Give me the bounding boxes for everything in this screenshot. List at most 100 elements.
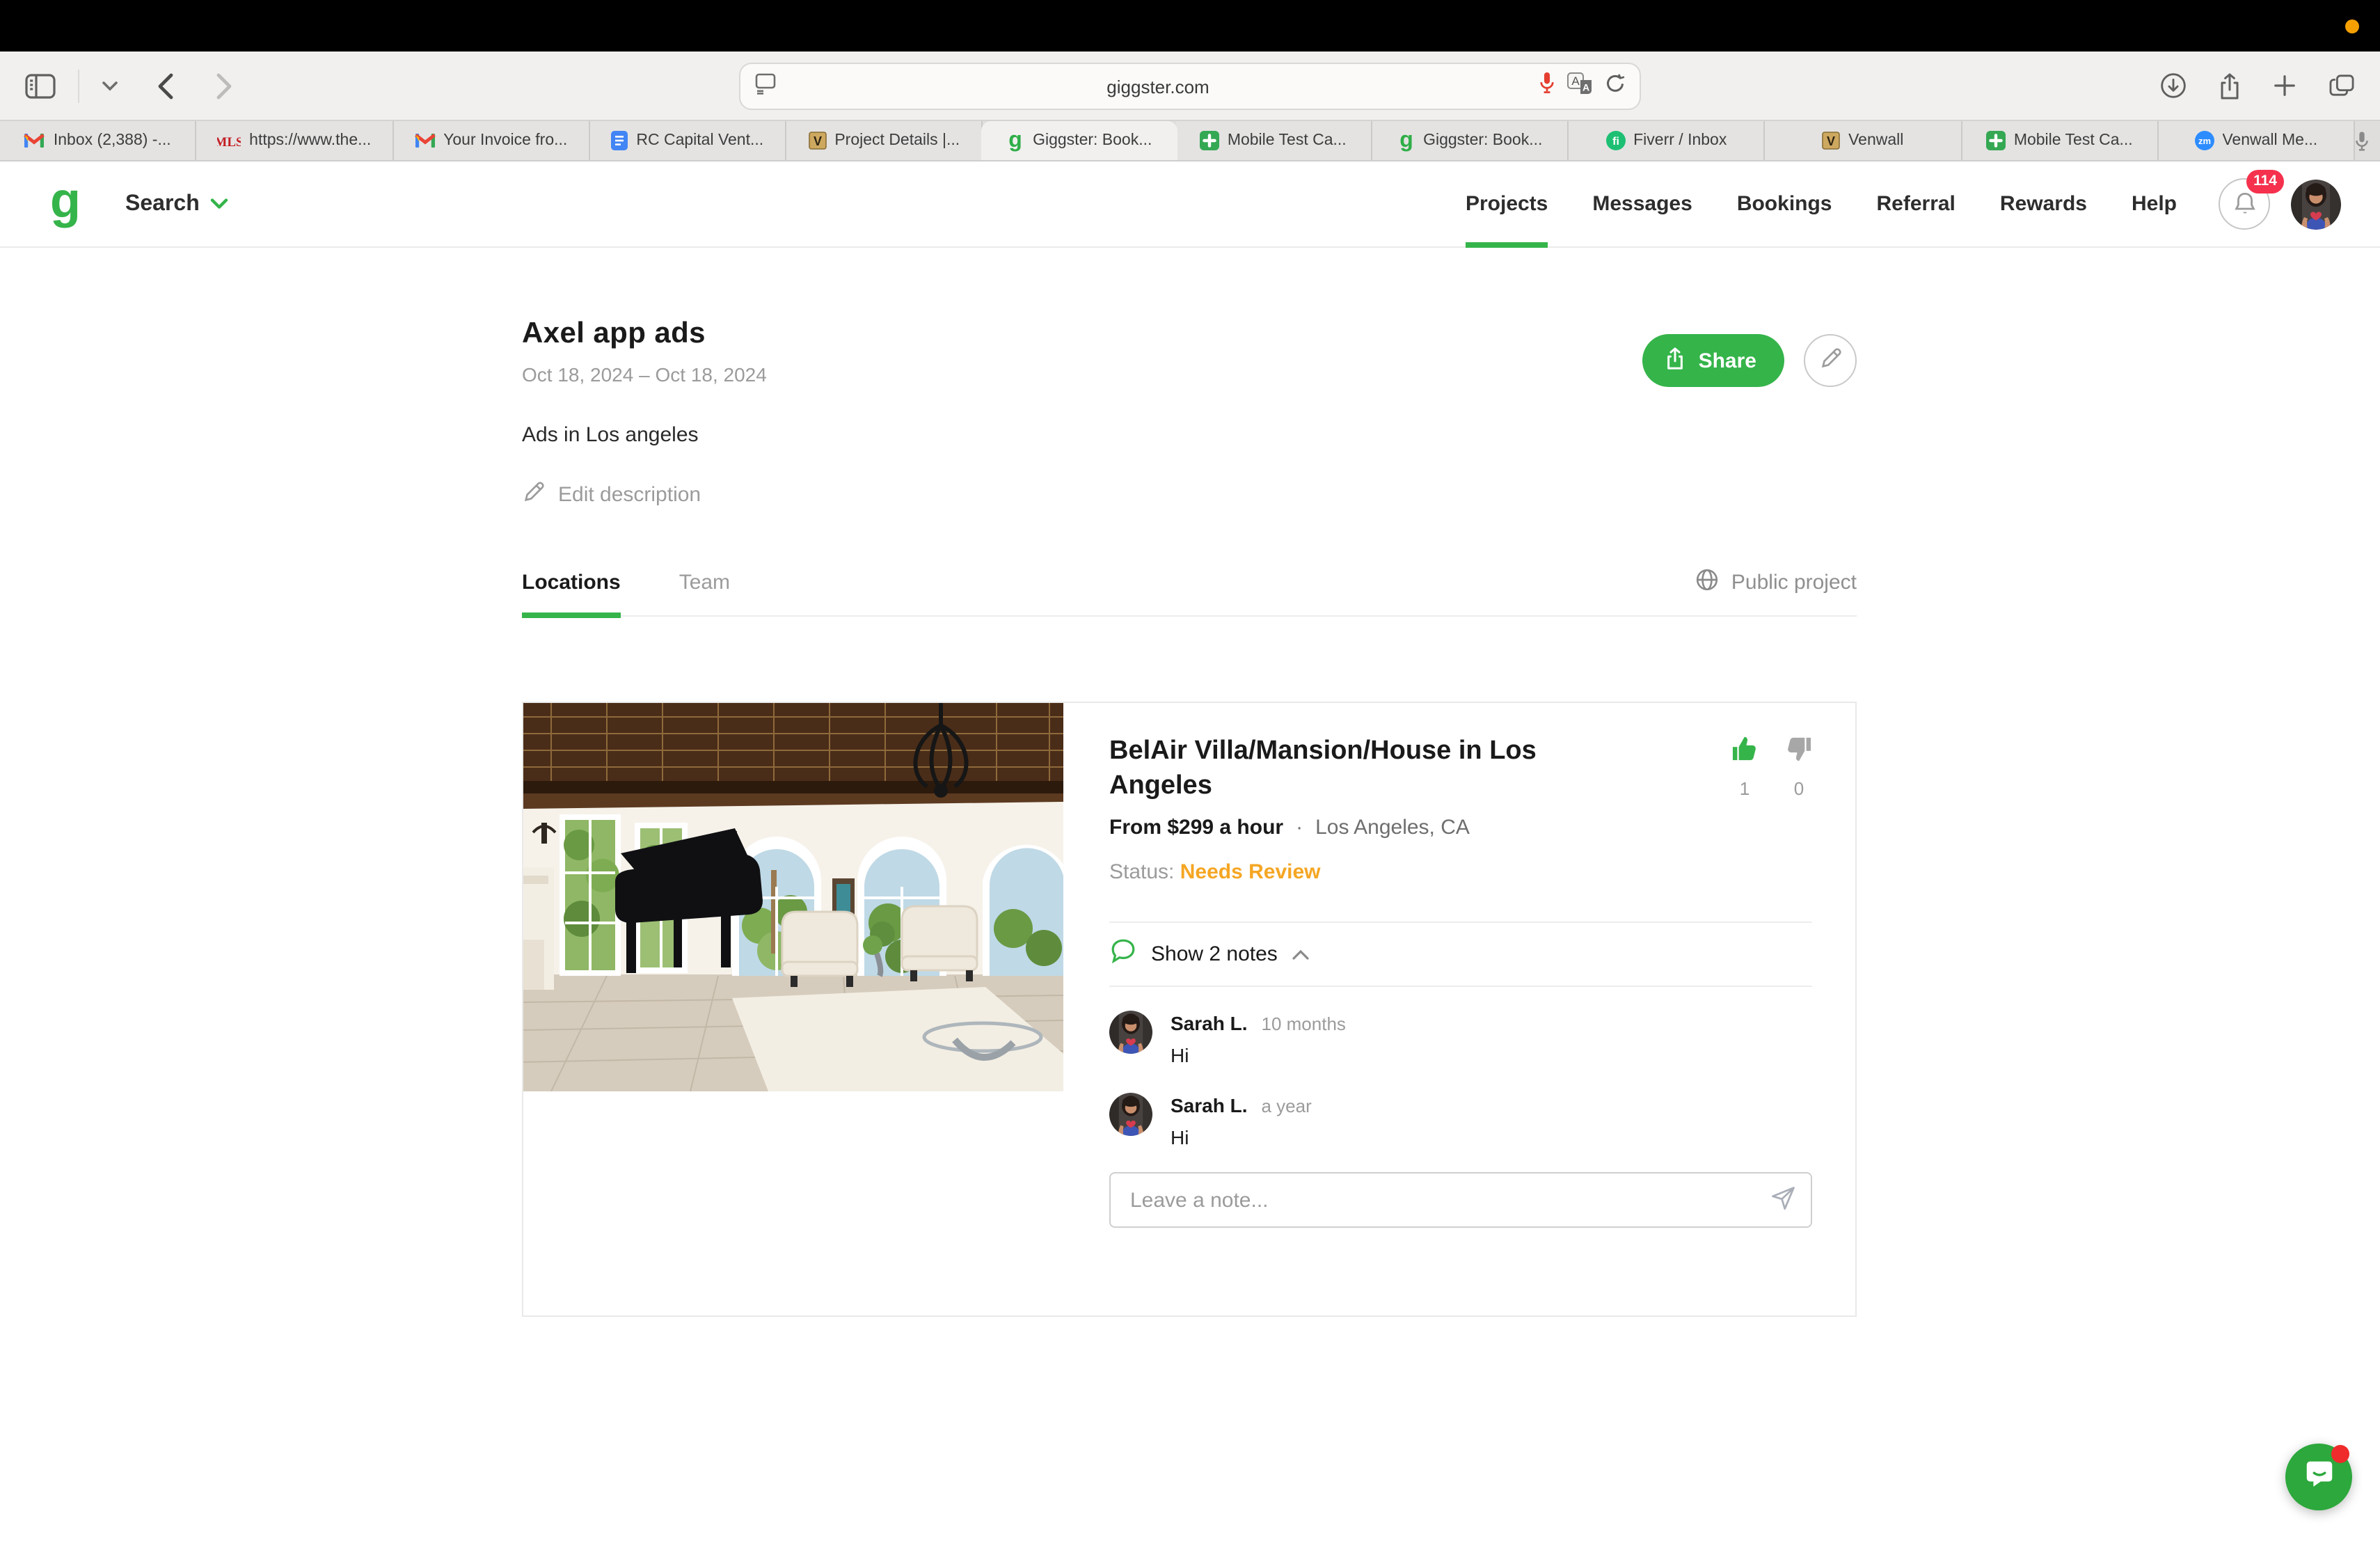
notifications-button[interactable]: 114 bbox=[2219, 170, 2284, 230]
search-menu[interactable]: Search bbox=[125, 191, 229, 216]
tab-team[interactable]: Team bbox=[679, 571, 730, 615]
notification-count-badge: 114 bbox=[2246, 170, 2284, 193]
safari-window: giggster.com AA Inbox (2,388) -... L htt… bbox=[0, 0, 2380, 1541]
giggster-favicon: g bbox=[1006, 129, 1024, 152]
pencil-icon bbox=[1818, 347, 1842, 374]
nav-projects[interactable]: Projects bbox=[1465, 161, 1548, 248]
thumbs-up-button[interactable]: 1 bbox=[1731, 736, 1758, 799]
sidebar-chevron-down-icon[interactable] bbox=[99, 77, 121, 94]
chevron-down-icon bbox=[211, 191, 229, 216]
gmail-favicon bbox=[414, 132, 436, 149]
browser-tab[interactable]: MLShttps://www.the... bbox=[196, 121, 393, 160]
svg-text:A: A bbox=[1582, 81, 1589, 92]
chat-bubble-icon bbox=[2301, 1456, 2336, 1498]
fiverr-favicon: fi bbox=[1605, 131, 1626, 150]
share-icon[interactable] bbox=[2216, 69, 2244, 102]
price-location-row: From $299 a hour · Los Angeles, CA bbox=[1109, 816, 1812, 839]
giggster-logo[interactable]: g bbox=[50, 174, 81, 225]
reload-icon[interactable] bbox=[1605, 72, 1626, 101]
nav-referral[interactable]: Referral bbox=[1877, 161, 1955, 246]
thumbs-down-button[interactable]: 0 bbox=[1786, 736, 1812, 799]
tab-audio-mic-icon[interactable] bbox=[2355, 121, 2380, 160]
downloads-icon[interactable] bbox=[2157, 70, 2189, 102]
project-actions: Share bbox=[1642, 317, 1857, 509]
note-item: Sarah L. 10 months Hi bbox=[1109, 1011, 1812, 1066]
listing-price: From $299 a hour bbox=[1109, 816, 1284, 839]
svg-text:A: A bbox=[1571, 74, 1580, 87]
edit-description-label: Edit description bbox=[558, 483, 701, 507]
docs-favicon bbox=[611, 131, 628, 150]
status-row: Status: Needs Review bbox=[1109, 860, 1812, 884]
paper-plane-icon bbox=[1769, 1185, 1797, 1217]
browser-toolbar: giggster.com AA bbox=[0, 52, 2380, 120]
edit-description-button[interactable]: Edit description bbox=[522, 480, 767, 509]
thumbs-up-icon bbox=[1731, 736, 1758, 768]
browser-tab[interactable]: fi Fiverr / Inbox bbox=[1569, 121, 1766, 160]
browser-tab[interactable]: g Giggster: Book... bbox=[1372, 121, 1569, 160]
venwall-favicon: V bbox=[808, 131, 827, 150]
tab-locations[interactable]: Locations bbox=[522, 571, 621, 618]
note-time: a year bbox=[1261, 1096, 1312, 1116]
url-text[interactable]: giggster.com bbox=[777, 76, 1539, 97]
location-photo[interactable] bbox=[523, 703, 1063, 1091]
browser-tab[interactable]: zm Venwall Me... bbox=[2158, 121, 2355, 160]
note-time: 10 months bbox=[1261, 1013, 1346, 1034]
page-title: Axel app ads bbox=[522, 317, 706, 349]
nav-messages[interactable]: Messages bbox=[1592, 161, 1692, 246]
note-text: Hi bbox=[1171, 1126, 1189, 1148]
listing-location: Los Angeles, CA bbox=[1315, 816, 1470, 839]
browser-tab[interactable]: RC Capital Vent... bbox=[589, 121, 786, 160]
share-arrow-icon bbox=[1665, 346, 1686, 375]
browser-tab[interactable]: V Venwall bbox=[1765, 121, 1962, 160]
translate-icon[interactable]: AA bbox=[1567, 72, 1592, 101]
show-notes-label: Show 2 notes bbox=[1151, 942, 1278, 966]
forward-button[interactable] bbox=[213, 69, 235, 102]
dictation-mic-icon[interactable] bbox=[1539, 71, 1555, 102]
project-dates: Oct 18, 2024 – Oct 18, 2024 bbox=[522, 363, 767, 386]
nav-bookings[interactable]: Bookings bbox=[1737, 161, 1832, 246]
reader-icon[interactable] bbox=[754, 72, 777, 101]
toolbar-divider bbox=[78, 69, 79, 102]
note-text: Hi bbox=[1171, 1044, 1189, 1066]
show-notes-toggle[interactable]: Show 2 notes bbox=[1109, 923, 1812, 986]
nav-help[interactable]: Help bbox=[2132, 161, 2177, 246]
note-input[interactable] bbox=[1109, 1172, 1812, 1228]
share-button[interactable]: Share bbox=[1642, 334, 1784, 387]
main-nav: Projects Messages Bookings Referral Rewa… bbox=[1465, 161, 2177, 248]
location-details: BelAir Villa/Mansion/House in Los Angele… bbox=[1109, 703, 1812, 1315]
status-value: Needs Review bbox=[1180, 860, 1321, 884]
tab-overview-icon[interactable] bbox=[2326, 71, 2358, 100]
project-page: Axel app ads Oct 18, 2024 – Oct 18, 2024… bbox=[0, 317, 1857, 1317]
green-plus-favicon bbox=[1199, 131, 1219, 150]
sidebar-toggle-icon[interactable] bbox=[22, 70, 58, 101]
chevron-up-icon bbox=[1292, 942, 1310, 967]
avatar bbox=[1109, 1093, 1152, 1136]
send-note-button[interactable] bbox=[1769, 1185, 1797, 1217]
chat-notification-dot bbox=[2331, 1445, 2349, 1463]
divider bbox=[1109, 986, 1812, 987]
upvote-count: 1 bbox=[1739, 778, 1750, 799]
public-project-toggle[interactable]: Public project bbox=[1695, 568, 1857, 615]
zoom-favicon: zm bbox=[2194, 131, 2214, 150]
share-button-label: Share bbox=[1698, 349, 1756, 372]
nav-rewards[interactable]: Rewards bbox=[2000, 161, 2087, 246]
browser-tab[interactable]: Mobile Test Ca... bbox=[1962, 121, 2159, 160]
thumbs-down-icon bbox=[1786, 736, 1812, 768]
edit-project-button[interactable] bbox=[1804, 334, 1857, 387]
listing-title[interactable]: BelAir Villa/Mansion/House in Los Angele… bbox=[1109, 734, 1589, 803]
browser-tab[interactable]: Inbox (2,388) -... bbox=[0, 121, 197, 160]
browser-tab-active[interactable]: g Giggster: Book... bbox=[981, 121, 1177, 160]
browser-tab[interactable]: Your Invoice fro... bbox=[393, 121, 590, 160]
chat-launcher-button[interactable] bbox=[2285, 1444, 2352, 1510]
user-avatar[interactable] bbox=[2291, 179, 2341, 229]
speech-bubble-icon bbox=[1109, 937, 1137, 972]
note-author: Sarah L. bbox=[1171, 1012, 1248, 1034]
project-description: Ads in Los angeles bbox=[522, 423, 699, 447]
back-button[interactable] bbox=[154, 69, 177, 102]
browser-tab[interactable]: Mobile Test Ca... bbox=[1175, 121, 1372, 160]
browser-tab[interactable]: V Project Details |... bbox=[786, 121, 983, 160]
new-tab-icon[interactable] bbox=[2270, 71, 2299, 100]
mls-favicon: MLS bbox=[217, 132, 241, 149]
address-bar[interactable]: giggster.com AA bbox=[739, 63, 1641, 110]
note-item: Sarah L. a year Hi bbox=[1109, 1093, 1812, 1148]
